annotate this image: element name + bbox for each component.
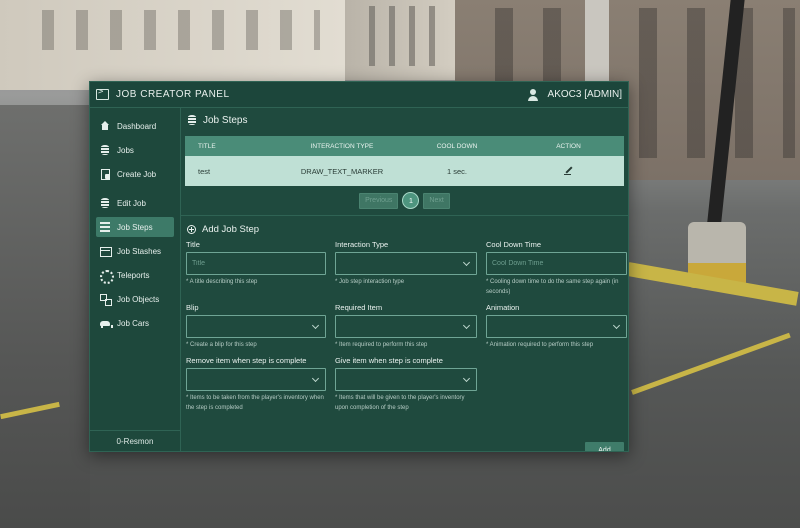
column-header-title: TITLE [185,136,283,156]
blip-help: * Create a blip for this step [186,342,257,348]
chevron-down-icon [462,321,471,330]
blip-select[interactable] [186,315,326,338]
cool-down-input[interactable] [486,252,627,275]
sidebar-item-create-job[interactable]: Create Job [96,164,174,184]
add-button[interactable]: Add [585,442,624,451]
blip-label: Blip [186,303,199,312]
terminal-icon [96,87,109,100]
job-steps-header: Job Steps [181,108,628,132]
section-title: Job Steps [203,114,248,126]
add-job-step-header: Add Job Step [181,218,628,240]
main-content: Job Steps TITLE INTERACTION TYPE COOL DO… [181,108,628,451]
sidebar-item-edit-job[interactable]: Edit Job [96,193,174,213]
remove-item-label: Remove item when step is complete [186,356,307,365]
sidebar-item-label: Teleports [117,270,150,280]
remove-item-select[interactable] [186,368,326,391]
database-icon [187,115,197,125]
resmon-footer: 0-Resmon [90,430,180,451]
sidebar-item-label: Edit Job [117,198,146,208]
interaction-type-help: * Job step interaction type [335,279,405,285]
give-item-help: * Items that will be given to the player… [335,395,465,411]
chevron-down-icon [311,374,320,383]
title-help: * A title describing this step [186,279,258,285]
panel-title: JOB CREATOR PANEL [116,89,230,100]
job-steps-table: TITLE INTERACTION TYPE COOL DOWN ACTION … [185,136,624,186]
panel-header: JOB CREATOR PANEL AKOC3 [ADMIN] [90,82,628,108]
give-item-select[interactable] [335,368,477,391]
add-job-step-form: Title * A title describing this step Int… [181,240,628,419]
column-header-interaction-type: INTERACTION TYPE [283,136,401,156]
sidebar-item-job-cars[interactable]: Job Cars [96,313,174,333]
chevron-down-icon [462,258,471,267]
cool-down-label: Cool Down Time [486,240,542,249]
database-edit-icon [100,198,110,208]
sidebar-item-label: Job Objects [117,294,160,304]
user-admin-icon [527,88,542,101]
sidebar-item-job-steps[interactable]: Job Steps [96,217,174,237]
sidebar-item-label: Job Cars [117,318,150,328]
sidebar-item-label: Jobs [117,145,134,155]
title-input[interactable] [186,252,326,275]
next-page-button[interactable]: Next [423,192,450,209]
give-item-label: Give item when step is complete [335,356,443,365]
required-item-label: Required Item [335,303,383,312]
required-item-help: * Item required to perform this step [335,342,428,348]
chevron-down-icon [612,321,621,330]
column-header-action: ACTION [513,136,624,156]
sidebar-item-label: Job Steps [117,222,153,232]
sidebar-item-label: Create Job [117,169,157,179]
objects-icon [100,294,112,306]
edit-pencil-icon[interactable] [564,166,573,175]
job-creator-panel: JOB CREATOR PANEL AKOC3 [ADMIN] Dashboar… [89,81,629,452]
cell-title: test [185,156,283,186]
column-header-cool-down: COOL DOWN [401,136,513,156]
plus-circle-icon [187,224,196,234]
animation-label: Animation [486,303,520,312]
box-icon [100,246,112,257]
previous-page-button[interactable]: Previous [359,192,399,209]
form-title: Add Job Step [202,223,260,235]
sidebar-item-teleports[interactable]: Teleports [96,265,174,285]
sidebar-item-job-stashes[interactable]: Job Stashes [96,241,174,261]
user-name: AKOC3 [ADMIN] [547,89,622,100]
sidebar: Dashboard Jobs Create Job Edit Job Job S… [90,108,181,451]
page-number-button[interactable]: 1 [402,192,420,209]
sidebar-item-label: Dashboard [117,121,157,131]
sidebar-item-job-objects[interactable]: Job Objects [96,289,174,309]
database-icon [100,145,110,155]
sidebar-item-dashboard[interactable]: Dashboard [96,116,174,136]
sidebar-item-jobs[interactable]: Jobs [96,140,174,160]
cool-down-help: * Cooling down time to do the same step … [486,279,619,295]
cell-interaction-type: DRAW_TEXT_MARKER [283,156,401,186]
file-edit-icon [100,169,110,180]
home-icon [100,121,110,131]
cell-action [513,156,624,186]
sidebar-item-label: Job Stashes [117,246,162,256]
teleport-icon [100,270,114,284]
chevron-down-icon [311,321,320,330]
animation-select[interactable] [486,315,627,338]
remove-item-help: * Items to be taken from the player's in… [186,395,324,411]
cell-cool-down: 1 sec. [401,156,513,186]
animation-help: * Animation required to perform this ste… [486,342,594,348]
chevron-down-icon [462,374,471,383]
interaction-type-select[interactable] [335,252,477,275]
pagination: Previous 1 Next [181,186,628,216]
required-item-select[interactable] [335,315,477,338]
title-label: Title [186,240,200,249]
table-row: test DRAW_TEXT_MARKER 1 sec. [185,156,624,186]
interaction-type-label: Interaction Type [335,240,389,249]
car-icon [100,318,113,328]
list-icon [100,222,110,232]
